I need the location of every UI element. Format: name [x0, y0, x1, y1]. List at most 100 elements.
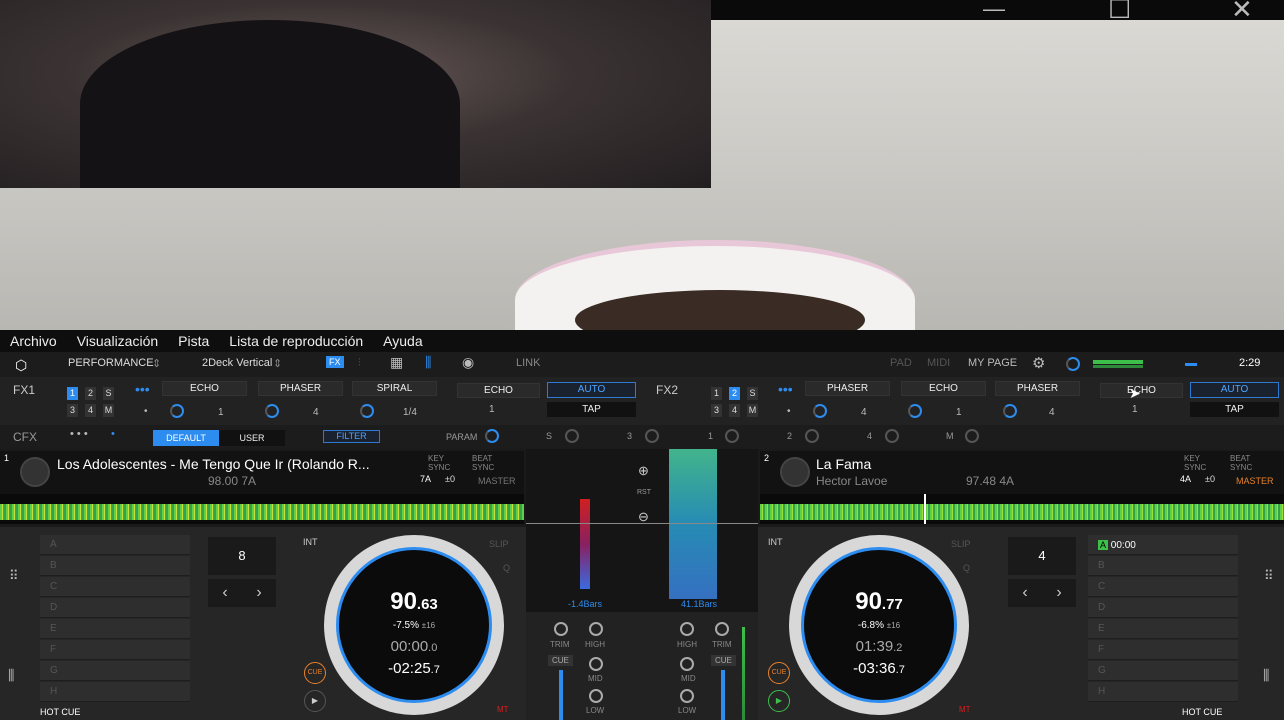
hotcue-slot[interactable]: A 00:00	[1088, 535, 1238, 555]
layout-selector[interactable]: 2Deck Vertical	[202, 357, 272, 369]
mypage-button[interactable]: MY PAGE	[968, 357, 1017, 369]
fx1-slot1-select[interactable]: ECHO	[162, 381, 247, 396]
hotcue-slot[interactable]: E	[1088, 619, 1238, 639]
fx1-knob-2[interactable]	[265, 404, 279, 418]
fx1-num-s[interactable]: S	[103, 387, 114, 400]
hotcue-slot[interactable]: F	[1088, 640, 1238, 660]
loop-halve-button[interactable]: ‹	[208, 579, 242, 607]
deck2-high-knob[interactable]	[680, 622, 694, 636]
more-icon[interactable]: •••	[135, 381, 150, 397]
cfx-knob-1[interactable]	[725, 429, 739, 443]
loop-halve-button[interactable]: ‹	[1008, 579, 1042, 607]
fx2-num-1[interactable]: 1	[711, 387, 722, 400]
settings-gear-icon[interactable]: ⚙	[1032, 354, 1045, 372]
fx2-num-4[interactable]: 4	[729, 404, 740, 417]
fx2-knob-1[interactable]	[813, 404, 827, 418]
fx-button[interactable]: FX	[326, 356, 344, 368]
hotcue-slot[interactable]: C	[40, 577, 190, 597]
master-volume-knob[interactable]	[1066, 357, 1080, 371]
loop-double-button[interactable]: ›	[1042, 579, 1076, 607]
fx1-num-3[interactable]: 3	[67, 404, 78, 417]
menu-ayuda[interactable]: Ayuda	[383, 333, 422, 349]
deck2-master-button[interactable]: MASTER	[1236, 476, 1274, 486]
menu-visualizacion[interactable]: Visualización	[77, 333, 158, 349]
deck1-loop-size[interactable]: 8	[208, 537, 276, 575]
deck1-high-knob[interactable]	[589, 622, 603, 636]
fx2-num-s[interactable]: S	[747, 387, 758, 400]
deck1-volume-fader[interactable]	[559, 670, 563, 720]
zoom-in-icon[interactable]: ⊕	[638, 463, 649, 479]
pad-button[interactable]: PAD	[890, 357, 912, 369]
fx2-slot3-select[interactable]: PHASER	[995, 381, 1080, 396]
grid-view-icon[interactable]: ⠿	[9, 568, 19, 584]
param-knob[interactable]	[485, 429, 499, 443]
hotcue-slot[interactable]: G	[40, 661, 190, 681]
cfx-knob-s[interactable]	[565, 429, 579, 443]
hotcue-slot[interactable]: G	[1088, 661, 1238, 681]
deck1-int-toggle[interactable]: INT	[303, 537, 318, 547]
rst-button[interactable]: RST	[637, 489, 651, 496]
link-button[interactable]: LINK	[516, 357, 540, 369]
waveform-view-icon[interactable]: ⫼	[8, 667, 14, 684]
deck2-key[interactable]: 4A	[1180, 474, 1191, 484]
fx1-knob-1[interactable]	[170, 404, 184, 418]
deck1-master-button[interactable]: MASTER	[478, 476, 516, 486]
hotcue-label[interactable]: HOT CUE	[40, 707, 80, 717]
fx1-num-4[interactable]: 4	[85, 404, 96, 417]
deck1-beatsync-button[interactable]: BEAT SYNC	[472, 454, 496, 472]
mixer-icon[interactable]: ⫼	[425, 354, 431, 371]
fx2-slot1-select[interactable]: PHASER	[805, 381, 890, 396]
sampler-icon[interactable]: ⫶	[358, 357, 361, 370]
fx2-slot2-select[interactable]: ECHO	[901, 381, 986, 396]
deck1-key[interactable]: 7A	[420, 474, 431, 484]
fx2-knob-2[interactable]	[908, 404, 922, 418]
maximize-button[interactable]: ☐	[1108, 0, 1131, 22]
fx2-num-m[interactable]: M	[747, 404, 758, 417]
waveform-view-icon[interactable]: ⫼	[1263, 667, 1269, 684]
hotcue-slot[interactable]: H	[40, 682, 190, 702]
mode-selector[interactable]: PERFORMANCE	[68, 357, 154, 369]
fx1-num-1[interactable]: 1	[67, 387, 78, 400]
logo-icon[interactable]: ⬡	[15, 357, 27, 374]
cfx-knob-m[interactable]	[965, 429, 979, 443]
more-icon[interactable]: • • •	[70, 428, 88, 440]
hotcue-slot[interactable]: B	[40, 556, 190, 576]
cfx-default-button[interactable]: DEFAULT	[153, 430, 219, 446]
deck2-cue-button[interactable]: CUE	[768, 662, 790, 684]
fx1-num-2[interactable]: 2	[85, 387, 96, 400]
fx1-slot3-select[interactable]: SPIRAL	[352, 381, 437, 396]
close-button[interactable]: ✕	[1231, 0, 1253, 22]
hotcue-slot[interactable]: A	[40, 535, 190, 555]
cfx-filter-button[interactable]: FILTER	[323, 430, 380, 443]
midi-button[interactable]: MIDI	[927, 357, 950, 369]
deck1-mid-knob[interactable]	[589, 657, 603, 671]
fx1-slot2-select[interactable]: PHASER	[258, 381, 343, 396]
hotcue-slot[interactable]: H	[1088, 682, 1238, 702]
hotcue-slot[interactable]: E	[40, 619, 190, 639]
deck2-mt-button[interactable]: MT	[959, 705, 971, 714]
deck1-jogwheel[interactable]: 90.63 -7.5% ±16 00:00.0 -02:25.7	[324, 535, 504, 715]
cfx-user-button[interactable]: USER	[219, 430, 285, 446]
deck2-loop-size[interactable]: 4	[1008, 537, 1076, 575]
fx2-slot4-select[interactable]: ECHO	[1100, 383, 1183, 398]
fx2-knob-3[interactable]	[1003, 404, 1017, 418]
fx1-slot4-select[interactable]: ECHO	[457, 383, 540, 398]
deck2-slip-button[interactable]: SLIP	[951, 539, 971, 549]
hotcue-label[interactable]: HOT CUE	[1182, 707, 1222, 717]
menu-archivo[interactable]: Archivo	[10, 333, 57, 349]
zoom-out-icon[interactable]: ⊖	[638, 509, 649, 525]
menu-pista[interactable]: Pista	[178, 333, 209, 349]
loop-double-button[interactable]: ›	[242, 579, 276, 607]
hotcue-slot[interactable]: B	[1088, 556, 1238, 576]
menu-lista[interactable]: Lista de reproducción	[229, 333, 363, 349]
deck2-jogwheel[interactable]: 90.77 -6.8% ±16 01:39.2 -03:36.7	[789, 535, 969, 715]
fx1-num-m[interactable]: M	[103, 404, 114, 417]
fx2-num-2[interactable]: 2	[729, 387, 740, 400]
deck2-low-knob[interactable]	[680, 689, 694, 703]
deck2-cue-button[interactable]: CUE	[711, 655, 736, 666]
deck1-quantize-button[interactable]: Q	[503, 563, 510, 573]
hotcue-slot[interactable]: F	[40, 640, 190, 660]
fx1-tap-button[interactable]: TAP	[547, 402, 636, 417]
deck1-cue-button[interactable]: CUE	[304, 662, 326, 684]
deck2-trim-knob[interactable]	[715, 622, 729, 636]
